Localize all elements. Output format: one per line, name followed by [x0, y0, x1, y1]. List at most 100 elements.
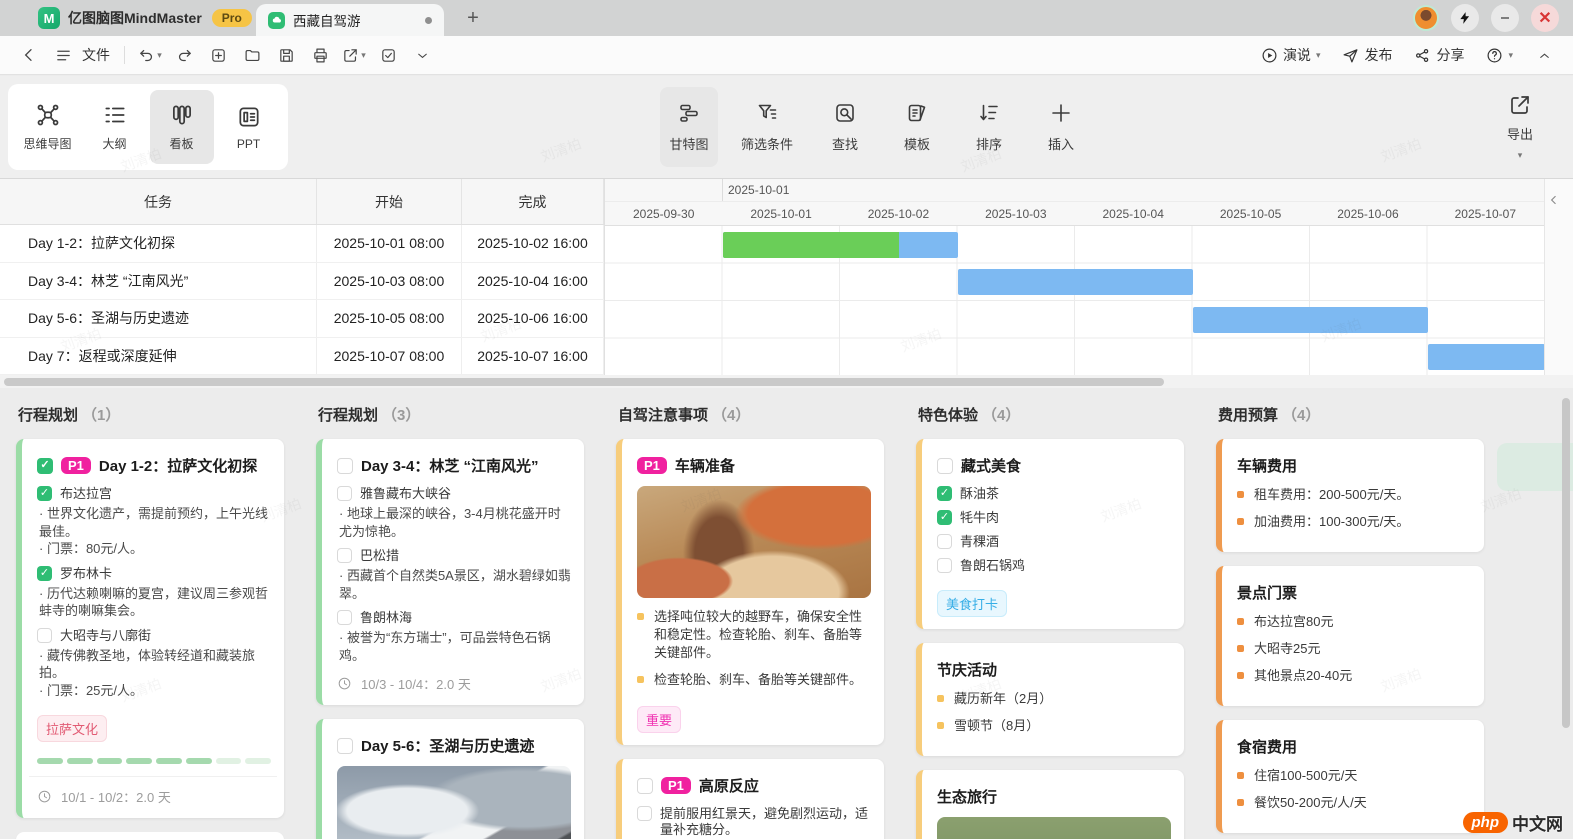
gantt-bar[interactable] — [1428, 344, 1546, 370]
sort-icon — [977, 101, 1001, 125]
item-checkbox[interactable]: ✓ — [37, 486, 52, 501]
card-checkbox[interactable] — [637, 778, 653, 794]
kanban-card[interactable]: 车辆费用租车费用：200-500元/天。加油费用：100-300元/天。 — [1216, 439, 1484, 552]
tool-filter[interactable]: 筛选条件 — [732, 87, 802, 167]
gantt-table-row[interactable]: Day 7：返程或深度延伸2025-10-07 08:002025-10-07 … — [0, 338, 604, 376]
export-button[interactable]: 导出 ▾ — [1487, 86, 1553, 168]
item-checkbox[interactable] — [337, 548, 352, 563]
board-column: 自驾注意事项（4）P1车辆准备选择吨位较大的越野车，确保安全性和稳定性。检查轮胎… — [600, 388, 900, 839]
card-title: 生态旅行 — [937, 786, 997, 807]
avatar[interactable] — [1413, 5, 1439, 31]
present-button[interactable]: 演说▾ — [1253, 41, 1329, 69]
item-checkbox[interactable]: ✓ — [937, 510, 952, 525]
gantt-chart: 2025-10-01 2025-09-302025-10-012025-10-0… — [604, 179, 1544, 376]
column-title-text: 行程规划 — [318, 407, 378, 424]
item-checkbox[interactable] — [937, 534, 952, 549]
quick-action-lightning-icon[interactable] — [1451, 4, 1479, 32]
kanban-card[interactable]: Day 5-6：圣湖与历史遗迹 — [316, 719, 584, 839]
tool-find[interactable]: 查找 — [816, 87, 874, 167]
tool-gantt[interactable]: 甘特图 — [660, 87, 718, 167]
item-checkbox[interactable] — [937, 558, 952, 573]
open-file-button[interactable] — [238, 41, 266, 69]
card-tag[interactable]: 重要 — [637, 706, 681, 733]
item-checkbox[interactable] — [637, 806, 652, 821]
card-title: Day 1-2：拉萨文化初探 — [99, 455, 257, 476]
kanban-card[interactable]: 景点门票布达拉宫80元大昭寺25元其他景点20-40元 — [1216, 566, 1484, 706]
bullet-text: 餐饮50-200元/人/天 — [1254, 794, 1367, 812]
collapse-panel-chevron-icon[interactable] — [1547, 193, 1561, 207]
document-tab[interactable]: 西藏自驾游 — [256, 4, 444, 36]
close-button[interactable]: ✕ — [1531, 4, 1559, 32]
kanban-card[interactable]: 生态旅行 — [916, 770, 1184, 839]
card-checkbox[interactable] — [337, 458, 353, 474]
item-notes: · 西藏首个自然类5A景区，湖水碧绿如翡翠。 — [339, 567, 571, 602]
collapse-toolbar-chevron-icon[interactable] — [1530, 41, 1558, 69]
bullet-text: 租车费用：200-500元/天。 — [1254, 486, 1409, 504]
card-checkbox[interactable]: ✓ — [37, 458, 53, 474]
checklist-item-label: 巴松措 — [360, 548, 399, 564]
item-checkbox[interactable] — [37, 628, 52, 643]
undo-button[interactable]: ▾ — [136, 41, 164, 69]
progress-segment — [97, 758, 123, 764]
card-checkbox[interactable] — [937, 458, 953, 474]
help-button[interactable]: ▾ — [1478, 43, 1521, 68]
publish-button[interactable]: 发布 — [1334, 41, 1400, 69]
new-document-button[interactable] — [204, 41, 232, 69]
bullet-icon — [637, 613, 644, 620]
view-mode-kanban[interactable]: 看板 — [150, 90, 214, 164]
kanban-card[interactable]: ✓P1Day 1-2：拉萨文化初探✓布达拉宫· 世界文化遗产，需提前预约，上午光… — [16, 439, 284, 818]
share-button[interactable]: 分享 — [1406, 41, 1472, 69]
tool-insert[interactable]: 插入 — [1032, 87, 1090, 167]
column-title-text: 自驾注意事项 — [618, 407, 708, 424]
card-title: 车辆费用 — [1237, 455, 1297, 476]
item-notes: · 被誉为“东方瑞士”，可品尝特色石锅鸡。 — [339, 629, 571, 664]
kanban-card[interactable]: P1车辆准备选择吨位较大的越野车，确保安全性和稳定性。检查轮胎、刹车、备胎等关键… — [616, 439, 884, 745]
scrollbar-thumb[interactable] — [4, 378, 1164, 386]
item-checkbox[interactable]: ✓ — [937, 486, 952, 501]
item-checkbox[interactable] — [337, 486, 352, 501]
card-tag[interactable]: 拉萨文化 — [37, 715, 107, 742]
item-checkbox[interactable] — [337, 610, 352, 625]
new-tab-button[interactable]: + — [462, 8, 484, 28]
view-mode-outline[interactable]: 大纲 — [83, 90, 147, 164]
kanban-card[interactable]: P1高原反应提前服用红景天，避免剧烈运动，适量补充糖分。 — [616, 759, 884, 839]
checklist-item-row: 大昭寺与八廓街 — [37, 628, 271, 644]
print-button[interactable] — [306, 41, 334, 69]
tool-template[interactable]: 模板 — [888, 87, 946, 167]
file-menu[interactable]: 文件 — [82, 45, 110, 65]
check-in-button[interactable] — [374, 41, 402, 69]
minimize-button[interactable] — [1491, 4, 1519, 32]
toolbar-more-chevron-icon[interactable] — [408, 41, 436, 69]
card-title: 景点门票 — [1237, 582, 1297, 603]
gantt-bar[interactable] — [723, 232, 958, 258]
gantt-table-row[interactable]: Day 5-6：圣湖与历史遗迹2025-10-05 08:002025-10-0… — [0, 300, 604, 338]
progress-segment — [126, 758, 152, 764]
redo-button[interactable] — [170, 41, 198, 69]
card-tag[interactable]: 美食打卡 — [937, 590, 1007, 617]
kanban-card[interactable]: 节庆活动藏历新年（2月）雪顿节（8月） — [916, 643, 1184, 756]
save-button[interactable] — [272, 41, 300, 69]
export-share-button[interactable]: ▾ — [340, 41, 368, 69]
new-card-button[interactable]: ＋新建卡片 — [16, 832, 284, 839]
checklist-item-label: 罗布林卡 — [60, 566, 112, 582]
tool-sort[interactable]: 排序 — [960, 87, 1018, 167]
kanban-card[interactable]: Day 3-4：林芝 “江南风光”雅鲁藏布大峡谷· 地球上最深的峡谷，3-4月桃… — [316, 439, 584, 705]
task-end-cell: 2025-10-06 16:00 — [462, 300, 604, 337]
column-count: （4） — [1282, 407, 1320, 424]
checklist-item: ✓酥油茶 — [937, 486, 1171, 502]
main-menu-icon[interactable] — [49, 41, 77, 69]
card-checkbox[interactable] — [337, 738, 353, 754]
horizontal-scrollbar[interactable] — [0, 375, 1573, 388]
back-button[interactable] — [15, 41, 43, 69]
gantt-table-row[interactable]: Day 3-4：林芝 “江南风光”2025-10-03 08:002025-10… — [0, 263, 604, 301]
gantt-bar[interactable] — [1193, 307, 1428, 333]
kanban-card[interactable]: 藏式美食✓酥油茶✓牦牛肉青稞酒鲁朗石锅鸡美食打卡 — [916, 439, 1184, 629]
view-mode-mindmap[interactable]: 思维导图 — [16, 90, 80, 164]
vertical-scrollbar[interactable] — [1562, 398, 1570, 728]
gantt-bar[interactable] — [958, 269, 1193, 295]
kanban-card[interactable]: 食宿费用住宿100-500元/天餐饮50-200元/人/天 — [1216, 720, 1484, 833]
view-mode-ppt[interactable]: PPT — [217, 90, 281, 164]
gantt-table-row[interactable]: Day 1-2：拉萨文化初探2025-10-01 08:002025-10-02… — [0, 225, 604, 263]
item-checkbox[interactable]: ✓ — [37, 566, 52, 581]
col-header-start: 开始 — [317, 179, 462, 224]
